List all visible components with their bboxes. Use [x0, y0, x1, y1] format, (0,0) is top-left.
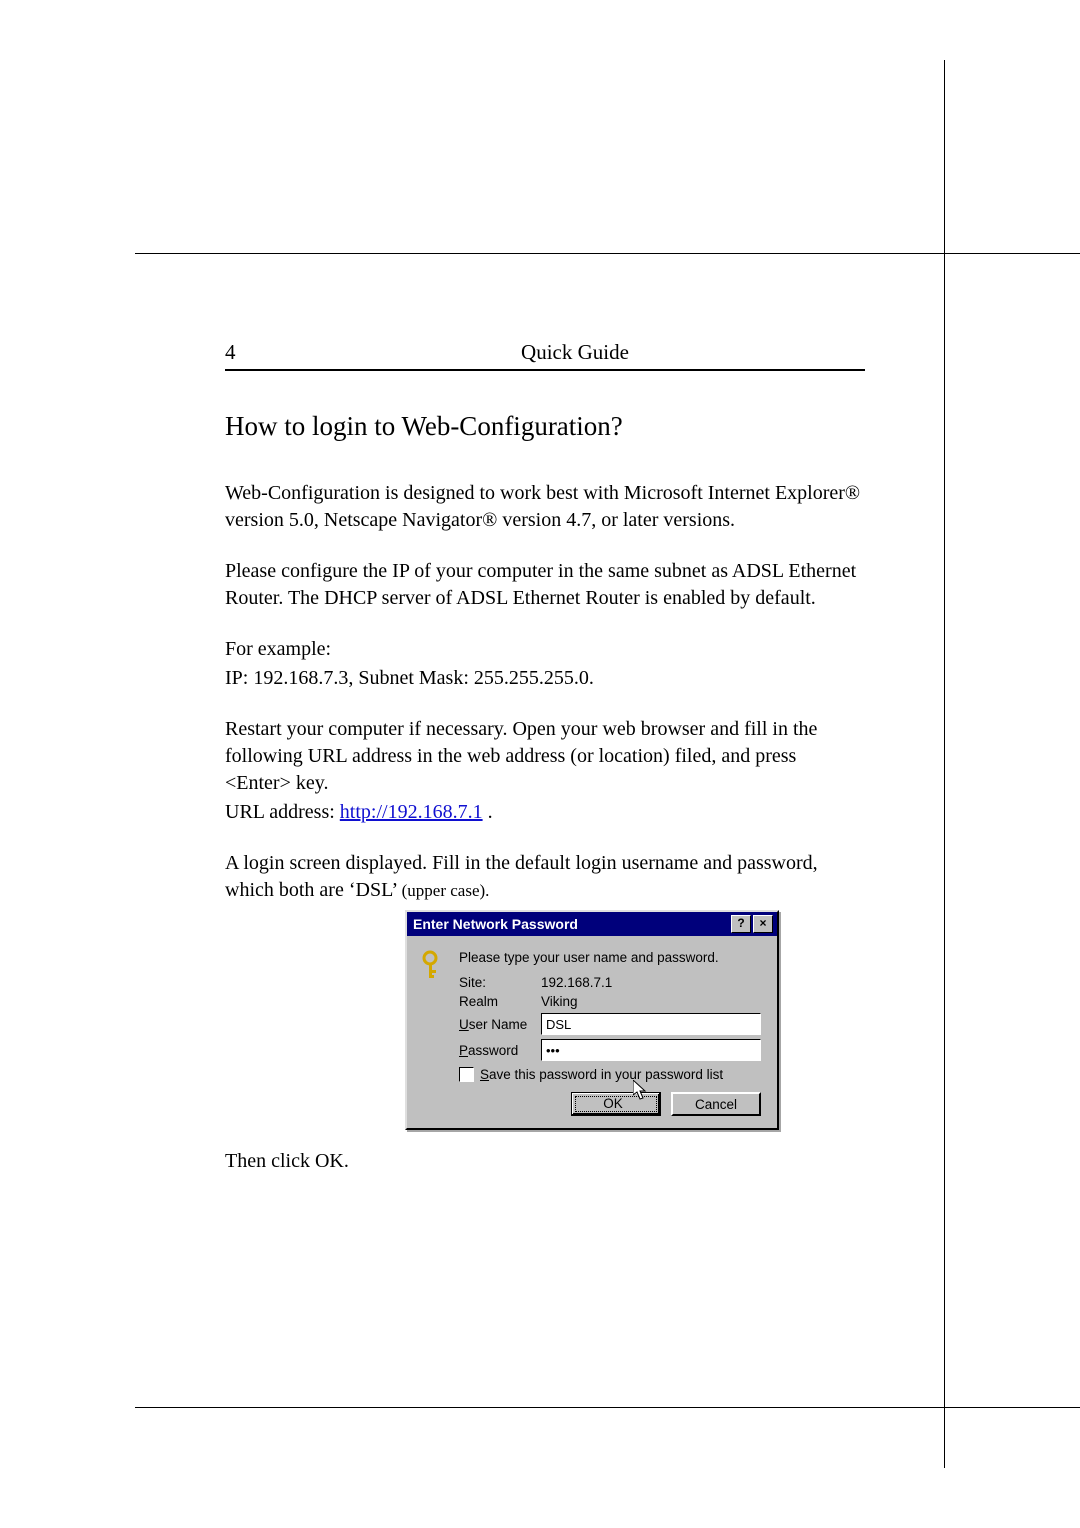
- cancel-button[interactable]: Cancel: [671, 1092, 761, 1116]
- paragraph-intro: Web-Configuration is designed to work be…: [225, 480, 865, 534]
- example-lead: For example:: [225, 636, 865, 663]
- password-label: Password: [459, 1043, 541, 1058]
- password-input[interactable]: [541, 1039, 761, 1061]
- running-head: 4 Quick Guide: [225, 340, 865, 371]
- dialog-title-text: Enter Network Password: [413, 916, 729, 932]
- row-username: User Name: [459, 1013, 761, 1035]
- then-click-ok: Then click OK.: [225, 1148, 865, 1175]
- paragraph-ip-config: Please configure the IP of your computer…: [225, 558, 865, 612]
- url-label: URL address:: [225, 801, 340, 823]
- checkbox-box[interactable]: [459, 1067, 474, 1082]
- realm-label: Realm: [459, 994, 541, 1009]
- url-line: URL address: http://192.168.7.1 .: [225, 799, 865, 826]
- username-input[interactable]: [541, 1013, 761, 1035]
- crop-mark-top: [135, 253, 1080, 254]
- paragraph-restart: Restart your computer if necessary. Open…: [225, 716, 865, 797]
- site-value: 192.168.7.1: [541, 975, 761, 990]
- checkbox-label: Save this password in your password list: [480, 1067, 723, 1082]
- site-label: Site:: [459, 975, 541, 990]
- help-icon[interactable]: ?: [731, 915, 751, 933]
- password-dialog: Enter Network Password ? × Please type y…: [405, 910, 779, 1130]
- row-site: Site: 192.168.7.1: [459, 975, 761, 990]
- example-values: IP: 192.168.7.3, Subnet Mask: 255.255.25…: [225, 665, 865, 692]
- key-icon: [421, 950, 447, 980]
- running-title: Quick Guide: [285, 340, 865, 365]
- login-instructions: A login screen displayed. Fill in the de…: [225, 850, 865, 904]
- close-icon[interactable]: ×: [753, 915, 773, 933]
- save-password-checkbox[interactable]: Save this password in your password list: [459, 1067, 761, 1082]
- dialog-titlebar[interactable]: Enter Network Password ? ×: [407, 912, 777, 936]
- page-number: 4: [225, 340, 285, 365]
- ok-button[interactable]: OK: [571, 1092, 661, 1116]
- section-heading: How to login to Web-Configuration?: [225, 411, 865, 442]
- realm-value: Viking: [541, 994, 761, 1009]
- crop-mark-right: [944, 60, 945, 1468]
- router-url-link[interactable]: http://192.168.7.1: [340, 801, 483, 823]
- crop-mark-bottom: [135, 1407, 1080, 1408]
- username-label: User Name: [459, 1017, 541, 1032]
- url-tail: .: [483, 801, 493, 823]
- row-realm: Realm Viking: [459, 994, 761, 1009]
- row-password: Password: [459, 1039, 761, 1061]
- dialog-message: Please type your user name and password.: [459, 950, 761, 965]
- login-instr-note: (upper case).: [402, 881, 490, 900]
- login-instr-main: A login screen displayed. Fill in the de…: [225, 852, 818, 901]
